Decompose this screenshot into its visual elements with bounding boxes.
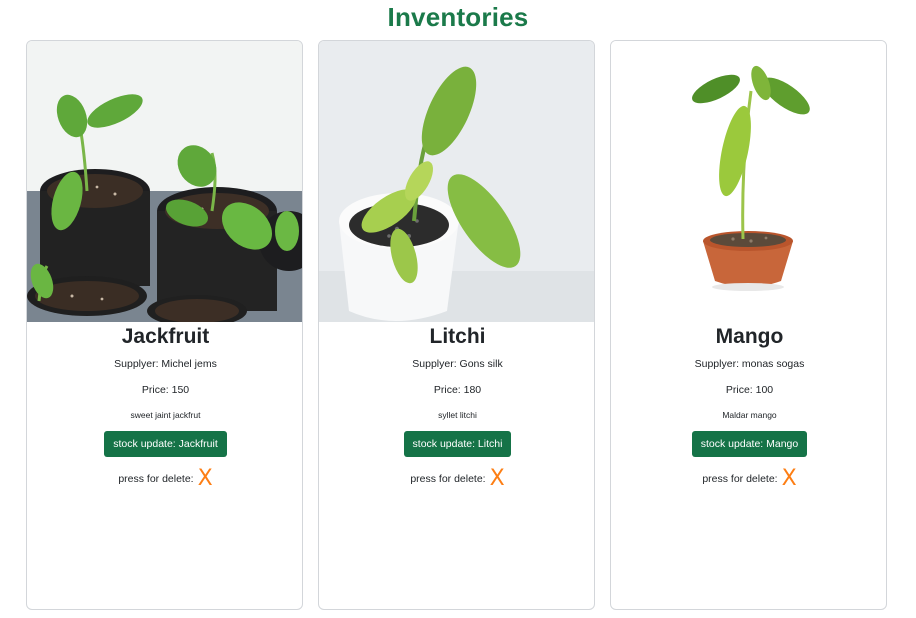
delete-row: press for delete: X xyxy=(611,467,886,491)
supplier-text: Supplyer: Michel jems xyxy=(114,358,217,370)
inventory-card: Jackfruit Supplyer: Michel jems Price: 1… xyxy=(26,40,303,610)
delete-label: press for delete: xyxy=(702,473,778,485)
price-text: Price: 180 xyxy=(433,384,482,396)
card-body: Jackfruit Supplyer: Michel jems Price: 1… xyxy=(27,322,302,491)
jackfruit-seedlings-image xyxy=(27,41,302,322)
delete-row: press for delete: X xyxy=(319,467,594,491)
delete-label: press for delete: xyxy=(410,473,486,485)
product-name: Jackfruit xyxy=(121,325,210,348)
litchi-plant-image xyxy=(319,41,594,322)
product-name: Mango xyxy=(715,325,784,348)
delete-x-icon[interactable]: X xyxy=(782,468,797,490)
card-body: Mango Supplyer: monas sogas Price: 100 M… xyxy=(611,322,886,491)
stock-update-button[interactable]: stock update: Litchi xyxy=(403,431,512,457)
product-name: Litchi xyxy=(429,325,486,348)
supplier-text: Supplyer: monas sogas xyxy=(694,358,805,370)
delete-row: press for delete: X xyxy=(27,467,302,491)
delete-label: press for delete: xyxy=(118,473,194,485)
description-text: Maldar mango xyxy=(722,410,777,420)
price-text: Price: 150 xyxy=(141,384,190,396)
card-body: Litchi Supplyer: Gons silk Price: 180 sy… xyxy=(319,322,594,491)
price-text: Price: 100 xyxy=(725,384,774,396)
supplier-text: Supplyer: Gons silk xyxy=(412,358,503,370)
delete-x-icon[interactable]: X xyxy=(490,468,505,490)
description-text: syllet litchi xyxy=(438,410,477,420)
delete-x-icon[interactable]: X xyxy=(198,468,213,490)
stock-update-button[interactable]: stock update: Mango xyxy=(691,431,808,457)
stock-update-button[interactable]: stock update: Jackfruit xyxy=(104,431,227,457)
description-text: sweet jaint jackfrut xyxy=(130,410,201,420)
inventory-card: Litchi Supplyer: Gons silk Price: 180 sy… xyxy=(318,40,595,610)
inventory-grid: Jackfruit Supplyer: Michel jems Price: 1… xyxy=(0,0,916,618)
mango-plant-image xyxy=(611,41,886,322)
inventory-card: Mango Supplyer: monas sogas Price: 100 M… xyxy=(610,40,887,610)
